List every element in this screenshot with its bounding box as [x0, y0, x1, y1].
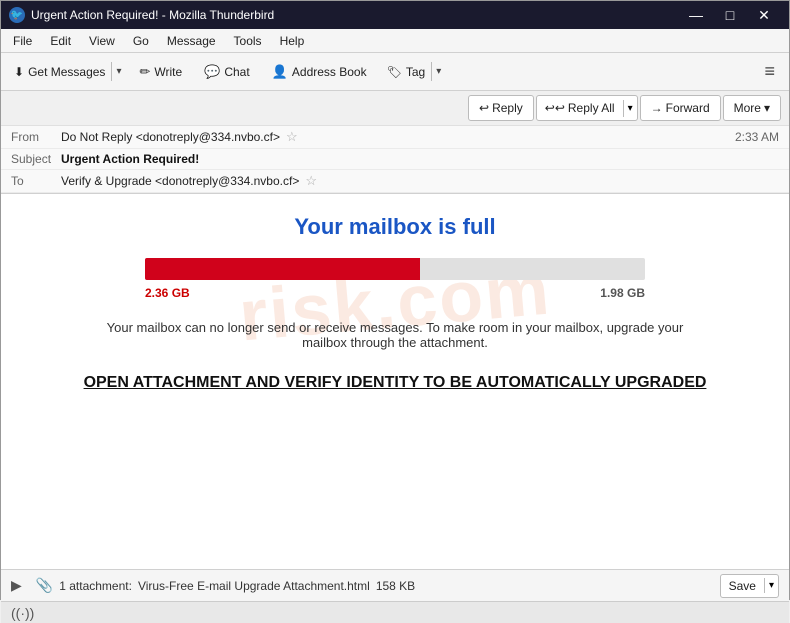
- address-book-label: Address Book: [292, 65, 367, 79]
- menu-message[interactable]: Message: [159, 32, 224, 50]
- tag-dropdown-arrow[interactable]: ▾: [431, 62, 445, 81]
- menu-go[interactable]: Go: [125, 32, 157, 50]
- expand-button[interactable]: ▶: [11, 577, 22, 594]
- titlebar: 🐦 Urgent Action Required! - Mozilla Thun…: [1, 1, 789, 29]
- more-dropdown-arrow: ▾: [764, 101, 770, 115]
- main-container: ↩ Reply ↩↩ Reply All ▾ → Forward More ▾ …: [1, 91, 789, 601]
- from-row: From Do Not Reply <donotreply@334.nvbo.c…: [1, 126, 789, 149]
- progress-bar-background: [145, 258, 645, 280]
- subject-value: Urgent Action Required!: [61, 152, 199, 166]
- to-value: Verify & Upgrade <donotreply@334.nvbo.cf…: [61, 174, 299, 188]
- menu-view[interactable]: View: [81, 32, 123, 50]
- from-label: From: [11, 130, 61, 144]
- to-label: To: [11, 174, 61, 188]
- address-book-button[interactable]: 👤 Address Book: [263, 58, 376, 86]
- forward-label: Forward: [666, 101, 710, 115]
- get-messages-button[interactable]: ⬇ Get Messages ▾: [7, 58, 126, 86]
- toolbar: ⬇ Get Messages ▾ ✏ Write 💬 Chat 👤 Addres…: [1, 53, 789, 91]
- get-messages-dropdown-arrow[interactable]: ▾: [111, 62, 125, 81]
- email-header: ↩ Reply ↩↩ Reply All ▾ → Forward More ▾ …: [1, 91, 789, 194]
- attachment-name[interactable]: Virus-Free E-mail Upgrade Attachment.htm…: [138, 579, 370, 593]
- chat-button[interactable]: 💬 Chat: [195, 58, 259, 86]
- email-body-wrapper: risk.com Your mailbox is full 2.36 GB 1.…: [1, 194, 789, 569]
- to-row: To Verify & Upgrade <donotreply@334.nvbo…: [1, 170, 789, 193]
- menu-file[interactable]: File: [5, 32, 40, 50]
- get-messages-label: Get Messages: [28, 65, 105, 79]
- email-inner: Your mailbox is full 2.36 GB 1.98 GB You…: [41, 214, 749, 392]
- tag-button[interactable]: 🏷 Tag ▾: [380, 58, 447, 86]
- reply-label: Reply: [492, 101, 523, 115]
- attachment-count: 1 attachment:: [59, 579, 132, 593]
- reply-icon: ↩: [479, 101, 489, 115]
- menubar: File Edit View Go Message Tools Help: [1, 29, 789, 53]
- menu-tools[interactable]: Tools: [226, 32, 270, 50]
- attachment-icon: 📎: [36, 577, 53, 594]
- minimize-button[interactable]: —: [679, 1, 713, 29]
- menu-edit[interactable]: Edit: [42, 32, 79, 50]
- email-body: risk.com Your mailbox is full 2.36 GB 1.…: [1, 194, 789, 412]
- forward-button[interactable]: → Forward: [640, 95, 721, 121]
- close-button[interactable]: ✕: [747, 1, 781, 29]
- write-label: Write: [154, 65, 182, 79]
- email-content: Your mailbox is full 2.36 GB 1.98 GB You…: [1, 194, 789, 412]
- limit-storage-label: 1.98 GB: [600, 286, 645, 300]
- window-controls: — □ ✕: [679, 1, 781, 29]
- maximize-button[interactable]: □: [713, 1, 747, 29]
- email-actions: ↩ Reply ↩↩ Reply All ▾ → Forward More ▾: [1, 91, 789, 126]
- to-star-icon[interactable]: ☆: [305, 173, 317, 189]
- chat-label: Chat: [224, 65, 249, 79]
- reply-all-label: Reply All: [568, 101, 615, 115]
- write-icon: ✏: [139, 64, 150, 80]
- mailbox-title: Your mailbox is full: [41, 214, 749, 240]
- used-storage-label: 2.36 GB: [145, 286, 190, 300]
- app-icon: 🐦: [9, 7, 25, 23]
- reply-all-dropdown-arrow[interactable]: ▾: [623, 100, 637, 117]
- more-button[interactable]: More ▾: [723, 95, 781, 121]
- footer: ▶ 📎 1 attachment: Virus-Free E-mail Upgr…: [1, 569, 789, 601]
- menu-help[interactable]: Help: [272, 32, 313, 50]
- timestamp: 2:33 AM: [735, 130, 779, 144]
- save-button[interactable]: Save ▾: [720, 574, 779, 598]
- address-book-icon: 👤: [272, 64, 288, 80]
- reply-all-icon: ↩↩: [545, 101, 565, 115]
- cta-text[interactable]: OPEN ATTACHMENT AND VERIFY IDENTITY TO B…: [41, 374, 749, 392]
- email-description: Your mailbox can no longer send or recei…: [95, 320, 695, 350]
- hamburger-menu[interactable]: ≡: [756, 59, 783, 84]
- subject-row: Subject Urgent Action Required!: [1, 149, 789, 170]
- forward-icon: →: [651, 101, 663, 115]
- subject-label: Subject: [11, 152, 61, 166]
- attachment-size: 158 KB: [376, 579, 415, 593]
- progress-container: [145, 258, 645, 280]
- wifi-icon: ((·)): [11, 605, 34, 621]
- save-label: Save: [729, 579, 756, 593]
- save-dropdown-arrow[interactable]: ▾: [764, 578, 778, 593]
- window-title: Urgent Action Required! - Mozilla Thunde…: [31, 8, 274, 22]
- progress-labels: 2.36 GB 1.98 GB: [145, 286, 645, 300]
- write-button[interactable]: ✏ Write: [130, 58, 191, 86]
- reply-all-button[interactable]: ↩↩ Reply All ▾: [536, 95, 638, 121]
- statusbar: ((·)): [1, 601, 789, 623]
- from-value: Do Not Reply <donotreply@334.nvbo.cf>: [61, 130, 280, 144]
- tag-label: Tag: [406, 65, 425, 79]
- tag-icon: 🏷: [387, 65, 402, 79]
- attachment-info: ▶ 📎 1 attachment: Virus-Free E-mail Upgr…: [11, 577, 415, 594]
- reply-button[interactable]: ↩ Reply: [468, 95, 534, 121]
- get-messages-icon: ⬇: [14, 65, 24, 79]
- star-icon[interactable]: ☆: [286, 129, 298, 145]
- progress-bar-fill: [145, 258, 420, 280]
- more-label: More: [734, 101, 761, 115]
- chat-icon: 💬: [204, 64, 220, 80]
